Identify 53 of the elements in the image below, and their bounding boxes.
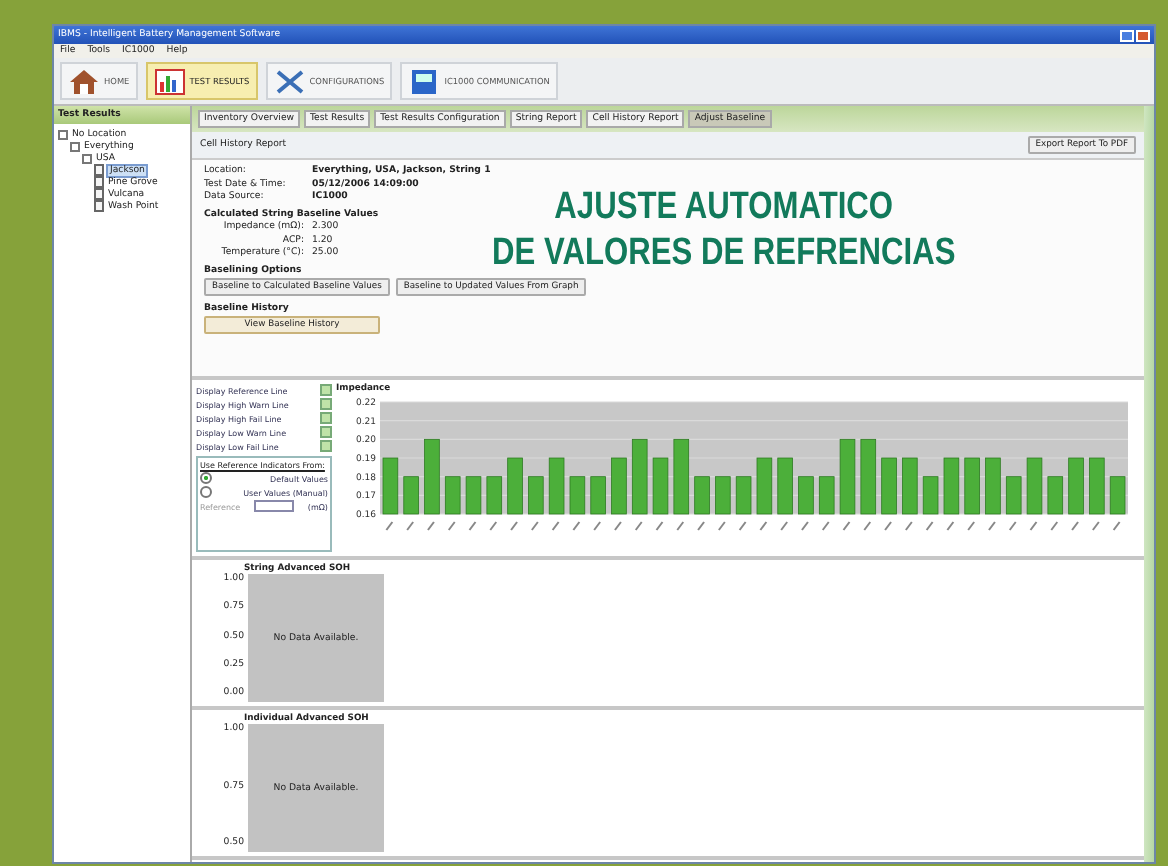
- bar-chart-icon: [153, 67, 186, 95]
- bar: [964, 457, 980, 515]
- overlay-heading: AJUSTE AUTOMATICO: [554, 184, 894, 230]
- bar: [548, 457, 565, 515]
- close-button[interactable]: [1136, 29, 1150, 41]
- bar: [486, 476, 503, 515]
- bar: [1109, 476, 1126, 515]
- bar: [507, 457, 523, 515]
- bar: [569, 476, 586, 515]
- radio-button[interactable]: [200, 486, 212, 498]
- checkbox[interactable]: [320, 426, 332, 438]
- bar: [777, 457, 793, 515]
- bar: [922, 476, 939, 515]
- bar: [673, 438, 690, 515]
- bar: [798, 476, 814, 515]
- bar: [985, 457, 1001, 515]
- overlay-heading: DE VALORES DE REFRENCIAS: [492, 230, 956, 276]
- bar: [1068, 457, 1084, 515]
- bar: [735, 476, 752, 515]
- bar: [444, 476, 461, 515]
- bar: [611, 457, 627, 515]
- bar: [839, 438, 856, 515]
- checkbox[interactable]: [320, 440, 332, 452]
- bar: [715, 476, 731, 515]
- tools-icon: [273, 67, 306, 95]
- checkbox[interactable]: [320, 398, 332, 410]
- bar: [818, 476, 835, 515]
- bar: [465, 476, 482, 515]
- input-field[interactable]: [254, 500, 295, 512]
- scrollbar[interactable]: [1144, 106, 1154, 862]
- bar: [1005, 476, 1022, 515]
- device-icon: [408, 67, 441, 95]
- bar: [1026, 457, 1043, 515]
- checkbox[interactable]: [320, 412, 332, 424]
- bar: [881, 457, 897, 515]
- house-icon: [68, 67, 100, 95]
- bar: [1047, 476, 1064, 515]
- radio-button[interactable]: [200, 472, 212, 484]
- bar: [652, 457, 669, 515]
- bar: [403, 476, 419, 515]
- bar: [756, 457, 773, 515]
- checkbox[interactable]: [320, 384, 332, 396]
- bar: [528, 476, 544, 515]
- bar: [424, 438, 440, 515]
- minimize-button[interactable]: [1120, 29, 1134, 41]
- bar: [382, 457, 399, 515]
- bar: [902, 457, 918, 515]
- bar: [1089, 457, 1105, 515]
- bar: [694, 476, 710, 515]
- bar: [943, 457, 960, 515]
- bar: [590, 476, 606, 515]
- bar: [631, 438, 648, 515]
- bar: [860, 438, 877, 515]
